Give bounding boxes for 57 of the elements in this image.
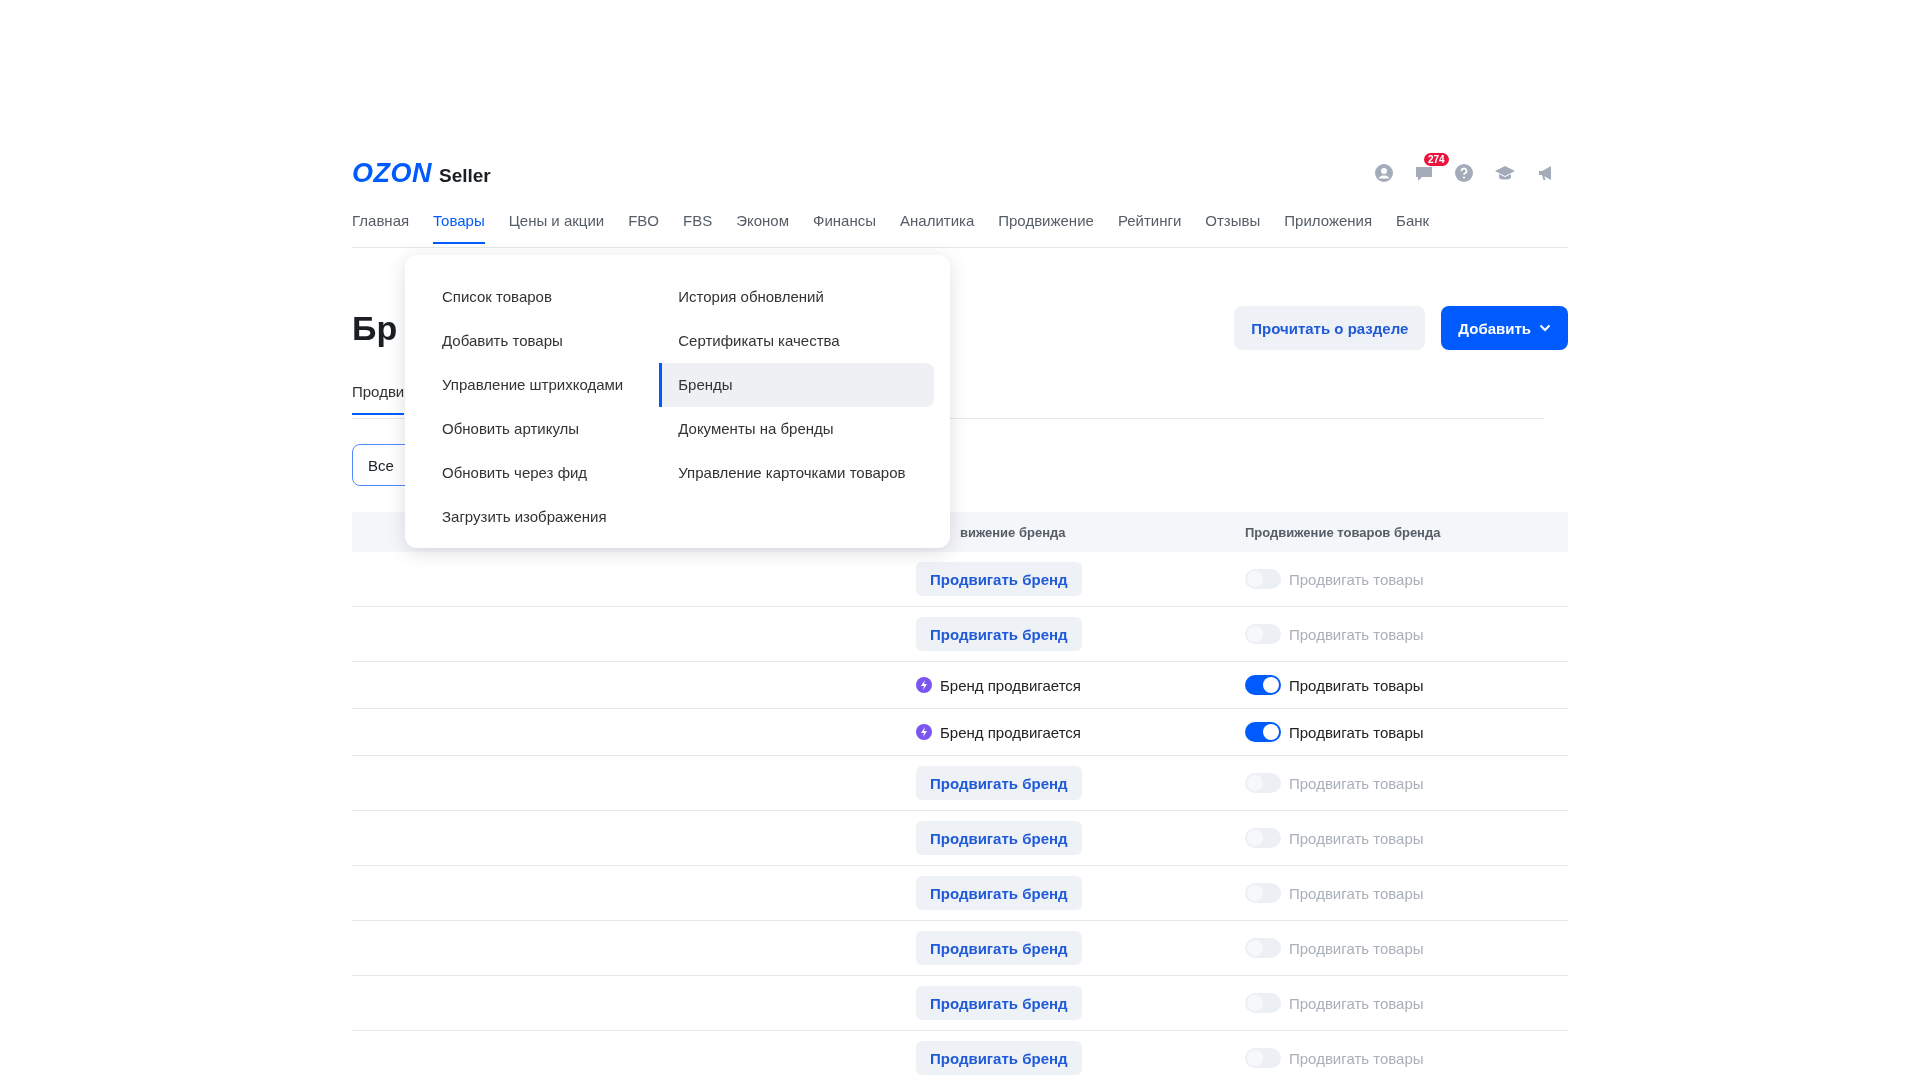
- notification-badge: 274: [1424, 153, 1449, 166]
- promote-brand-button[interactable]: Продвигать бренд: [916, 986, 1082, 1020]
- nav-tab[interactable]: Рейтинги: [1117, 212, 1182, 244]
- menu-item[interactable]: Список товаров: [423, 275, 640, 319]
- toggle-label: Продвигать товары: [1289, 884, 1424, 902]
- nav-tab[interactable]: Продвижение: [998, 212, 1094, 244]
- promote-brand-button[interactable]: Продвигать бренд: [916, 562, 1082, 596]
- nav-tab[interactable]: Отзывы: [1205, 212, 1261, 244]
- caret-icon: [1539, 324, 1551, 332]
- nav-tab[interactable]: Банк: [1396, 212, 1430, 244]
- toggle-label: Продвигать товары: [1289, 570, 1424, 588]
- menu-item[interactable]: Документы на бренды: [659, 407, 934, 451]
- status-text: Бренд продвигается: [940, 723, 1081, 741]
- toggle-label: Продвигать товары: [1289, 676, 1424, 694]
- lightning-icon: [916, 724, 932, 740]
- seller-label: Seller: [439, 164, 491, 187]
- nav-tab[interactable]: Финансы: [813, 212, 876, 244]
- promote-brand-button[interactable]: Продвигать бренд: [916, 766, 1082, 800]
- toggle-label: Продвигать товары: [1289, 829, 1424, 847]
- toggle-switch[interactable]: [1245, 722, 1281, 742]
- menu-item[interactable]: Бренды: [659, 363, 934, 407]
- toggle-label: Продвигать товары: [1289, 774, 1424, 792]
- nav-tab[interactable]: Приложения: [1284, 212, 1373, 244]
- nav-tab[interactable]: Товары: [433, 212, 485, 244]
- toggle-label: Продвигать товары: [1289, 625, 1424, 643]
- lightning-icon: [916, 677, 932, 693]
- help-icon[interactable]: [1454, 163, 1474, 183]
- status-text: Бренд продвигается: [940, 676, 1081, 694]
- toggle-label: Продвигать товары: [1289, 723, 1424, 741]
- promote-brand-button[interactable]: Продвигать бренд: [916, 821, 1082, 855]
- nav-tab[interactable]: Аналитика: [900, 212, 975, 244]
- menu-item[interactable]: Сертификаты качества: [659, 319, 934, 363]
- promote-brand-button[interactable]: Продвигать бренд: [916, 617, 1082, 651]
- column-header: Продвижение товаров бренда: [1245, 524, 1442, 540]
- menu-item[interactable]: Загрузить изображения: [423, 495, 640, 539]
- column-header: вижение бренда: [959, 524, 1067, 540]
- ozon-logo[interactable]: OZON: [352, 157, 432, 189]
- user-icon[interactable]: [1374, 163, 1394, 183]
- toggle-switch[interactable]: [1245, 675, 1281, 695]
- toggle-label: Продвигать товары: [1289, 994, 1424, 1012]
- read-about-button[interactable]: Прочитать о разделе: [1234, 306, 1426, 350]
- toggle-label: Продвигать товары: [1289, 939, 1424, 957]
- nav-tab[interactable]: Главная: [352, 212, 410, 244]
- menu-item[interactable]: Добавить товары: [423, 319, 640, 363]
- toggle-label: Продвигать товары: [1289, 1049, 1424, 1067]
- menu-item[interactable]: Управление карточками товаров: [659, 451, 934, 495]
- nav-tab[interactable]: FBS: [683, 212, 713, 244]
- menu-item[interactable]: История обновлений: [659, 275, 934, 319]
- nav-tab[interactable]: Эконом: [736, 212, 789, 244]
- add-button[interactable]: Добавить: [1441, 306, 1568, 350]
- menu-item[interactable]: Управление штрихкодами: [423, 363, 640, 407]
- promote-brand-button[interactable]: Продвигать бренд: [916, 876, 1082, 910]
- nav-tab[interactable]: FBO: [628, 212, 660, 244]
- page-title: Бр: [352, 308, 398, 348]
- nav-tab[interactable]: Цены и акции: [508, 212, 605, 244]
- promote-brand-button[interactable]: Продвигать бренд: [916, 1041, 1082, 1075]
- promote-brand-button[interactable]: Продвигать бренд: [916, 931, 1082, 965]
